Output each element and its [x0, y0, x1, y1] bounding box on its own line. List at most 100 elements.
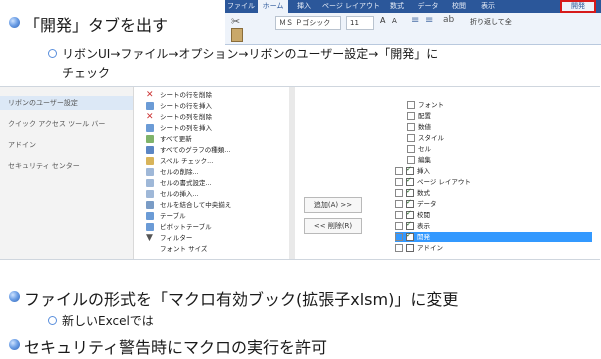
font-name-select[interactable]: ＭＳ Ｐゴシック: [275, 16, 341, 30]
tree-item[interactable]: 配置: [407, 111, 431, 121]
checkbox-icon[interactable]: [406, 208, 414, 219]
tree-item[interactable]: 挿入: [395, 164, 430, 176]
tab-formulas[interactable]: 数式: [383, 0, 411, 13]
tree-item[interactable]: アドイン: [395, 243, 443, 253]
checkbox-icon[interactable]: [406, 197, 414, 208]
list-item[interactable]: フォント サイズ: [146, 244, 207, 255]
insert-cells-icon: [146, 190, 154, 198]
tree-item[interactable]: セル: [407, 144, 431, 154]
tab-review[interactable]: 校閲: [445, 0, 473, 13]
checkbox-icon[interactable]: [406, 230, 414, 241]
format-cells-icon: [146, 179, 154, 187]
shrink-font-button[interactable]: A: [392, 17, 397, 25]
wrap-text-button[interactable]: 折り返して全: [470, 17, 512, 27]
checkbox-icon[interactable]: [406, 244, 414, 252]
delete-row-icon: ✕: [146, 90, 154, 100]
table-icon: [146, 212, 154, 220]
add-button[interactable]: 追加(A) >>: [304, 197, 362, 213]
command-list[interactable]: ✕ シートの行を削除 シートの行を挿入 ✕ シートの列を削除 シートの列を挿入 すべ…: [146, 87, 289, 259]
command-list-scrollbar[interactable]: [289, 87, 295, 259]
filter-icon: ▼: [146, 233, 153, 243]
tab-view[interactable]: 表示: [474, 0, 502, 13]
tree-item-label: データ: [417, 200, 437, 208]
list-item[interactable]: スペル チェック...: [146, 156, 213, 167]
tree-item[interactable]: フォント: [407, 100, 444, 110]
sub-bullet-dot: [48, 49, 57, 58]
expand-icon[interactable]: [395, 200, 403, 208]
expand-icon[interactable]: [407, 156, 415, 164]
tree-item-label: フォント: [418, 101, 444, 109]
list-item[interactable]: ✕ シートの行を削除: [146, 90, 212, 101]
tree-item[interactable]: 表示: [395, 219, 430, 231]
list-item[interactable]: ▼ フィルター: [146, 233, 192, 244]
align-center-icon[interactable]: ≡: [425, 15, 433, 26]
list-item[interactable]: セルの挿入...: [146, 189, 199, 200]
tab-insert[interactable]: 挿入: [289, 0, 319, 13]
list-item[interactable]: ピボットテーブル: [146, 222, 212, 233]
list-item[interactable]: シートの行を挿入: [146, 101, 212, 112]
pivot-table-icon: [146, 223, 154, 231]
tree-item[interactable]: スタイル: [407, 133, 444, 143]
checkbox-icon[interactable]: [406, 175, 414, 186]
grow-font-button[interactable]: A: [380, 16, 385, 25]
refresh-all-icon: [146, 135, 154, 143]
expand-icon[interactable]: [395, 189, 403, 197]
expand-icon[interactable]: [395, 167, 403, 175]
sub-text-ribbon-steps: リボンUI→ファイル→オプション→リボンのユーザー設定→「開発」に: [62, 47, 439, 61]
ribbon-tab-tree[interactable]: フォント配置数値スタイルセル編集挿入ページ レイアウト数式データ校閲表示開発アド…: [387, 87, 600, 259]
checkbox-icon[interactable]: [406, 219, 414, 230]
sidebar-item-quick-access[interactable]: クイック アクセス ツール バー: [8, 119, 105, 129]
expand-icon[interactable]: [407, 145, 415, 153]
list-item[interactable]: シートの列を挿入: [146, 123, 212, 134]
tree-item[interactable]: データ: [395, 197, 437, 209]
list-item[interactable]: すべて更新: [146, 134, 192, 145]
checkbox-icon[interactable]: [406, 164, 414, 175]
tree-item[interactable]: 開発: [395, 230, 592, 242]
sidebar-item-addins[interactable]: アドイン: [8, 140, 36, 150]
list-item[interactable]: ✕ シートの列を削除: [146, 112, 212, 123]
options-sidebar: リボンのユーザー設定 クイック アクセス ツール バー アドイン セキュリティ …: [0, 87, 134, 259]
tree-item-label: 表示: [417, 222, 430, 230]
expand-icon[interactable]: [395, 233, 403, 241]
list-item[interactable]: セルの削除...: [146, 167, 199, 178]
sub-bullet-dot: [48, 316, 57, 325]
tree-item-label: ページ レイアウト: [417, 178, 471, 186]
tree-item-label: セル: [418, 145, 431, 153]
expand-icon[interactable]: [395, 222, 403, 230]
expand-icon[interactable]: [407, 112, 415, 120]
tab-home[interactable]: ホーム: [258, 0, 288, 13]
tree-item-label: 編集: [418, 156, 431, 164]
tab-data[interactable]: データ: [412, 0, 444, 13]
sidebar-item-customize-ribbon[interactable]: リボンのユーザー設定: [0, 96, 133, 110]
expand-icon[interactable]: [395, 178, 403, 186]
expand-icon[interactable]: [395, 211, 403, 219]
sidebar-item-trust-center[interactable]: セキュリティ センター: [8, 161, 80, 171]
font-size-select[interactable]: 11: [346, 16, 374, 30]
excel-ribbon: ファイル ホーム 挿入 ページ レイアウト 数式 データ 校閲 表示 開発 ✂ …: [225, 0, 601, 45]
list-item[interactable]: すべてのグラフの種類...: [146, 145, 230, 156]
sub-text-check: チェック: [62, 66, 111, 80]
expand-icon[interactable]: [395, 244, 403, 252]
list-item[interactable]: セルの書式設定...: [146, 178, 212, 189]
tab-page-layout[interactable]: ページ レイアウト: [320, 0, 382, 13]
expand-icon[interactable]: [407, 101, 415, 109]
bullet-dot: [9, 339, 20, 350]
bullet-dot: [9, 17, 20, 28]
list-item[interactable]: セルを結合して中央揃え: [146, 200, 231, 211]
remove-button[interactable]: << 削除(R): [304, 218, 362, 234]
list-item[interactable]: テーブル: [146, 211, 186, 222]
expand-icon[interactable]: [407, 134, 415, 142]
tab-developer[interactable]: 開発: [560, 0, 596, 13]
orientation-icon[interactable]: ab: [443, 15, 454, 25]
cut-icon[interactable]: ✂: [231, 15, 240, 28]
tree-item[interactable]: 校閲: [395, 208, 430, 220]
ribbon-tab-bar: ファイル ホーム 挿入 ページ レイアウト 数式 データ 校閲 表示 開発: [225, 0, 601, 13]
tree-item[interactable]: 数式: [395, 186, 430, 198]
checkbox-icon[interactable]: [406, 186, 414, 197]
tab-file[interactable]: ファイル: [225, 0, 257, 13]
align-icon[interactable]: ≡: [411, 15, 419, 26]
tree-item[interactable]: 数値: [407, 122, 431, 132]
expand-icon[interactable]: [407, 123, 415, 131]
paste-icon[interactable]: [231, 28, 243, 42]
insert-column-icon: [146, 124, 154, 132]
